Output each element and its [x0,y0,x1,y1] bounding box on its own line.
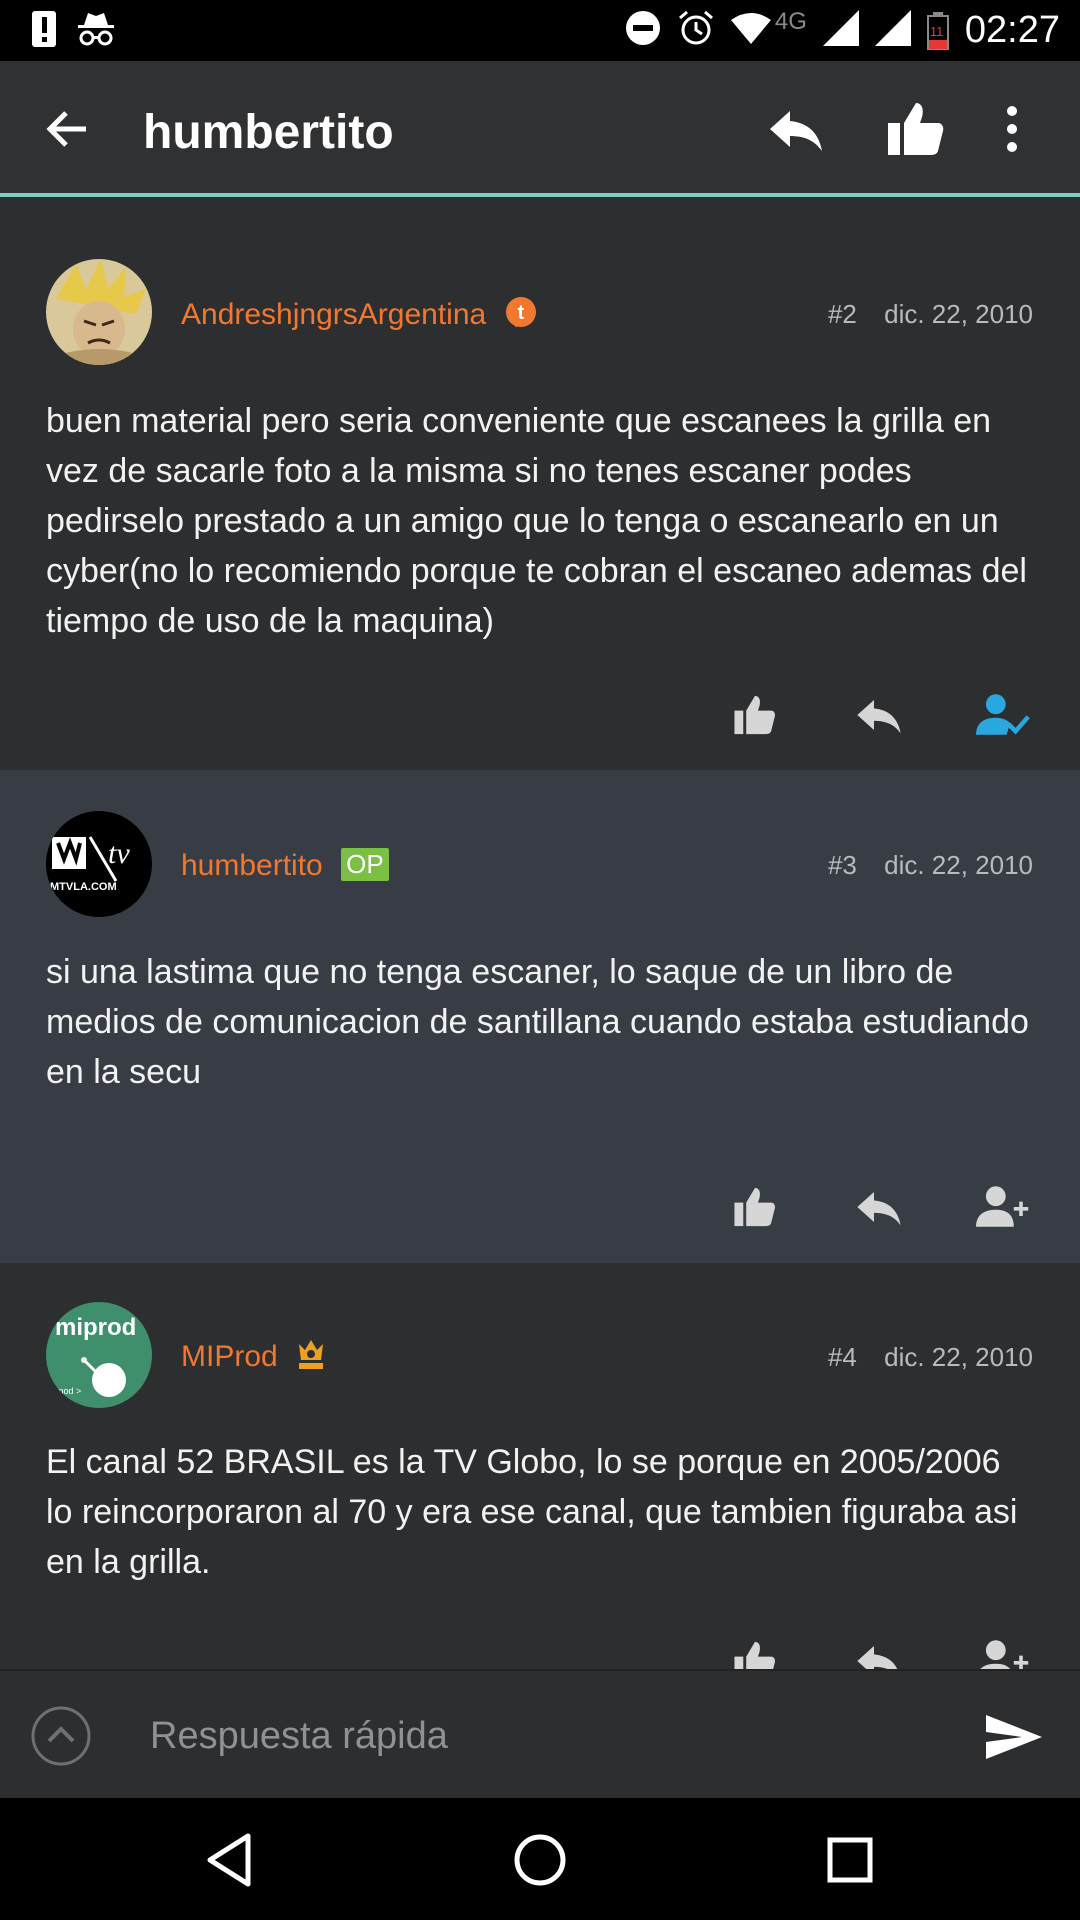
expand-up-icon[interactable] [30,1705,92,1767]
more-options-icon[interactable] [1000,99,1040,159]
post-date: dic. 22, 2010 [884,850,1033,880]
moderator-crown-icon [296,1338,326,1380]
system-nav-bar [0,1798,1080,1920]
alert-icon [30,9,58,54]
back-nav-icon[interactable] [198,1828,262,1892]
post-actions [718,1624,1040,1671]
avatar-text: miprod [55,1314,137,1341]
post-author[interactable]: AndreshjngrsArgentina t [181,296,537,338]
avatar-text: MTVLA.COM [50,881,117,893]
avatar[interactable]: mod > miprod [46,1302,152,1408]
home-nav-icon[interactable] [508,1828,572,1892]
clock: 02:27 [964,9,1060,51]
post-number: #3 [827,850,857,880]
post-meta: #4 dic. 22, 2010 [828,1342,1033,1373]
reply-button[interactable] [842,1170,916,1244]
reply-icon [857,1646,899,1671]
tapatalk-badge-icon: t [505,296,537,338]
add-user-icon [978,1640,1029,1671]
like-button[interactable] [718,1624,792,1671]
reply-button[interactable] [842,678,916,752]
like-button[interactable] [718,1170,792,1244]
post-body: si una lastima que no tenga escaner, lo … [46,953,1029,1091]
avatar[interactable] [46,259,152,365]
battery-icon: 11 [926,11,949,51]
post-actions [718,1170,1040,1244]
svg-text:t: t [517,302,524,324]
thumbs-up-icon[interactable] [886,99,946,159]
follow-user-button[interactable] [966,1624,1040,1671]
posts-feed[interactable]: AndreshjngrsArgentina t #2 dic. 22, 2010… [0,201,1080,1671]
quick-reply-bar [0,1669,1080,1798]
do-not-disturb-icon [625,10,661,51]
post-meta: #2 dic. 22, 2010 [828,299,1033,330]
app-bar: humbertito [0,61,1080,197]
signal-icon [874,10,911,51]
status-bar: 4G 11 02:27 [0,0,1080,61]
post-actions [718,678,1040,752]
post-date: dic. 22, 2010 [884,1342,1033,1372]
avatar[interactable]: tv MTVLA.COM [46,811,152,917]
post-number: #4 [827,1342,857,1372]
thumbs-up-icon [734,1187,775,1227]
battery-level: 11 [929,23,944,39]
incognito-icon [76,9,116,54]
post-author[interactable]: MIProd [181,1338,326,1380]
back-arrow-icon[interactable] [42,103,94,155]
follow-user-button[interactable] [966,1170,1040,1244]
network-type: 4G [774,7,807,35]
post-item: tv MTVLA.COM humbertito OP #3 dic. 22, 2… [0,770,1080,1263]
post-body: El canal 52 BRASIL es la TV Globo, lo se… [46,1443,1018,1581]
post-date: dic. 22, 2010 [884,299,1033,329]
post-meta: #3 dic. 22, 2010 [828,850,1033,881]
signal-icon [822,10,859,51]
reply-button[interactable] [842,1624,916,1671]
reply-icon [857,700,901,734]
send-icon[interactable] [984,1707,1044,1767]
post-author[interactable]: humbertito OP [181,848,389,883]
thumbs-up-icon [734,695,775,735]
post-number: #2 [827,299,857,329]
post-item: mod > miprod MIProd #4 dic. 22, 2010 El … [0,1263,1080,1671]
page-title: humbertito [143,106,394,159]
follow-user-button[interactable] [966,678,1040,752]
reply-icon [857,1192,901,1226]
alarm-icon [677,9,715,52]
svg-text:tv: tv [108,837,130,870]
reply-icon[interactable] [766,99,826,159]
wifi-icon [730,12,771,49]
recents-nav-icon[interactable] [818,1828,882,1892]
add-user-icon [976,1186,1029,1227]
post-item: AndreshjngrsArgentina t #2 dic. 22, 2010… [0,201,1080,770]
op-badge: OP [341,848,389,881]
like-button[interactable] [718,678,792,752]
user-followed-icon [976,694,1030,735]
thumbs-up-icon [734,1641,775,1671]
quick-reply-input[interactable] [150,1701,950,1771]
svg-text:mod >: mod > [56,1386,81,1396]
post-body: buen material pero seria conveniente que… [46,402,1027,640]
